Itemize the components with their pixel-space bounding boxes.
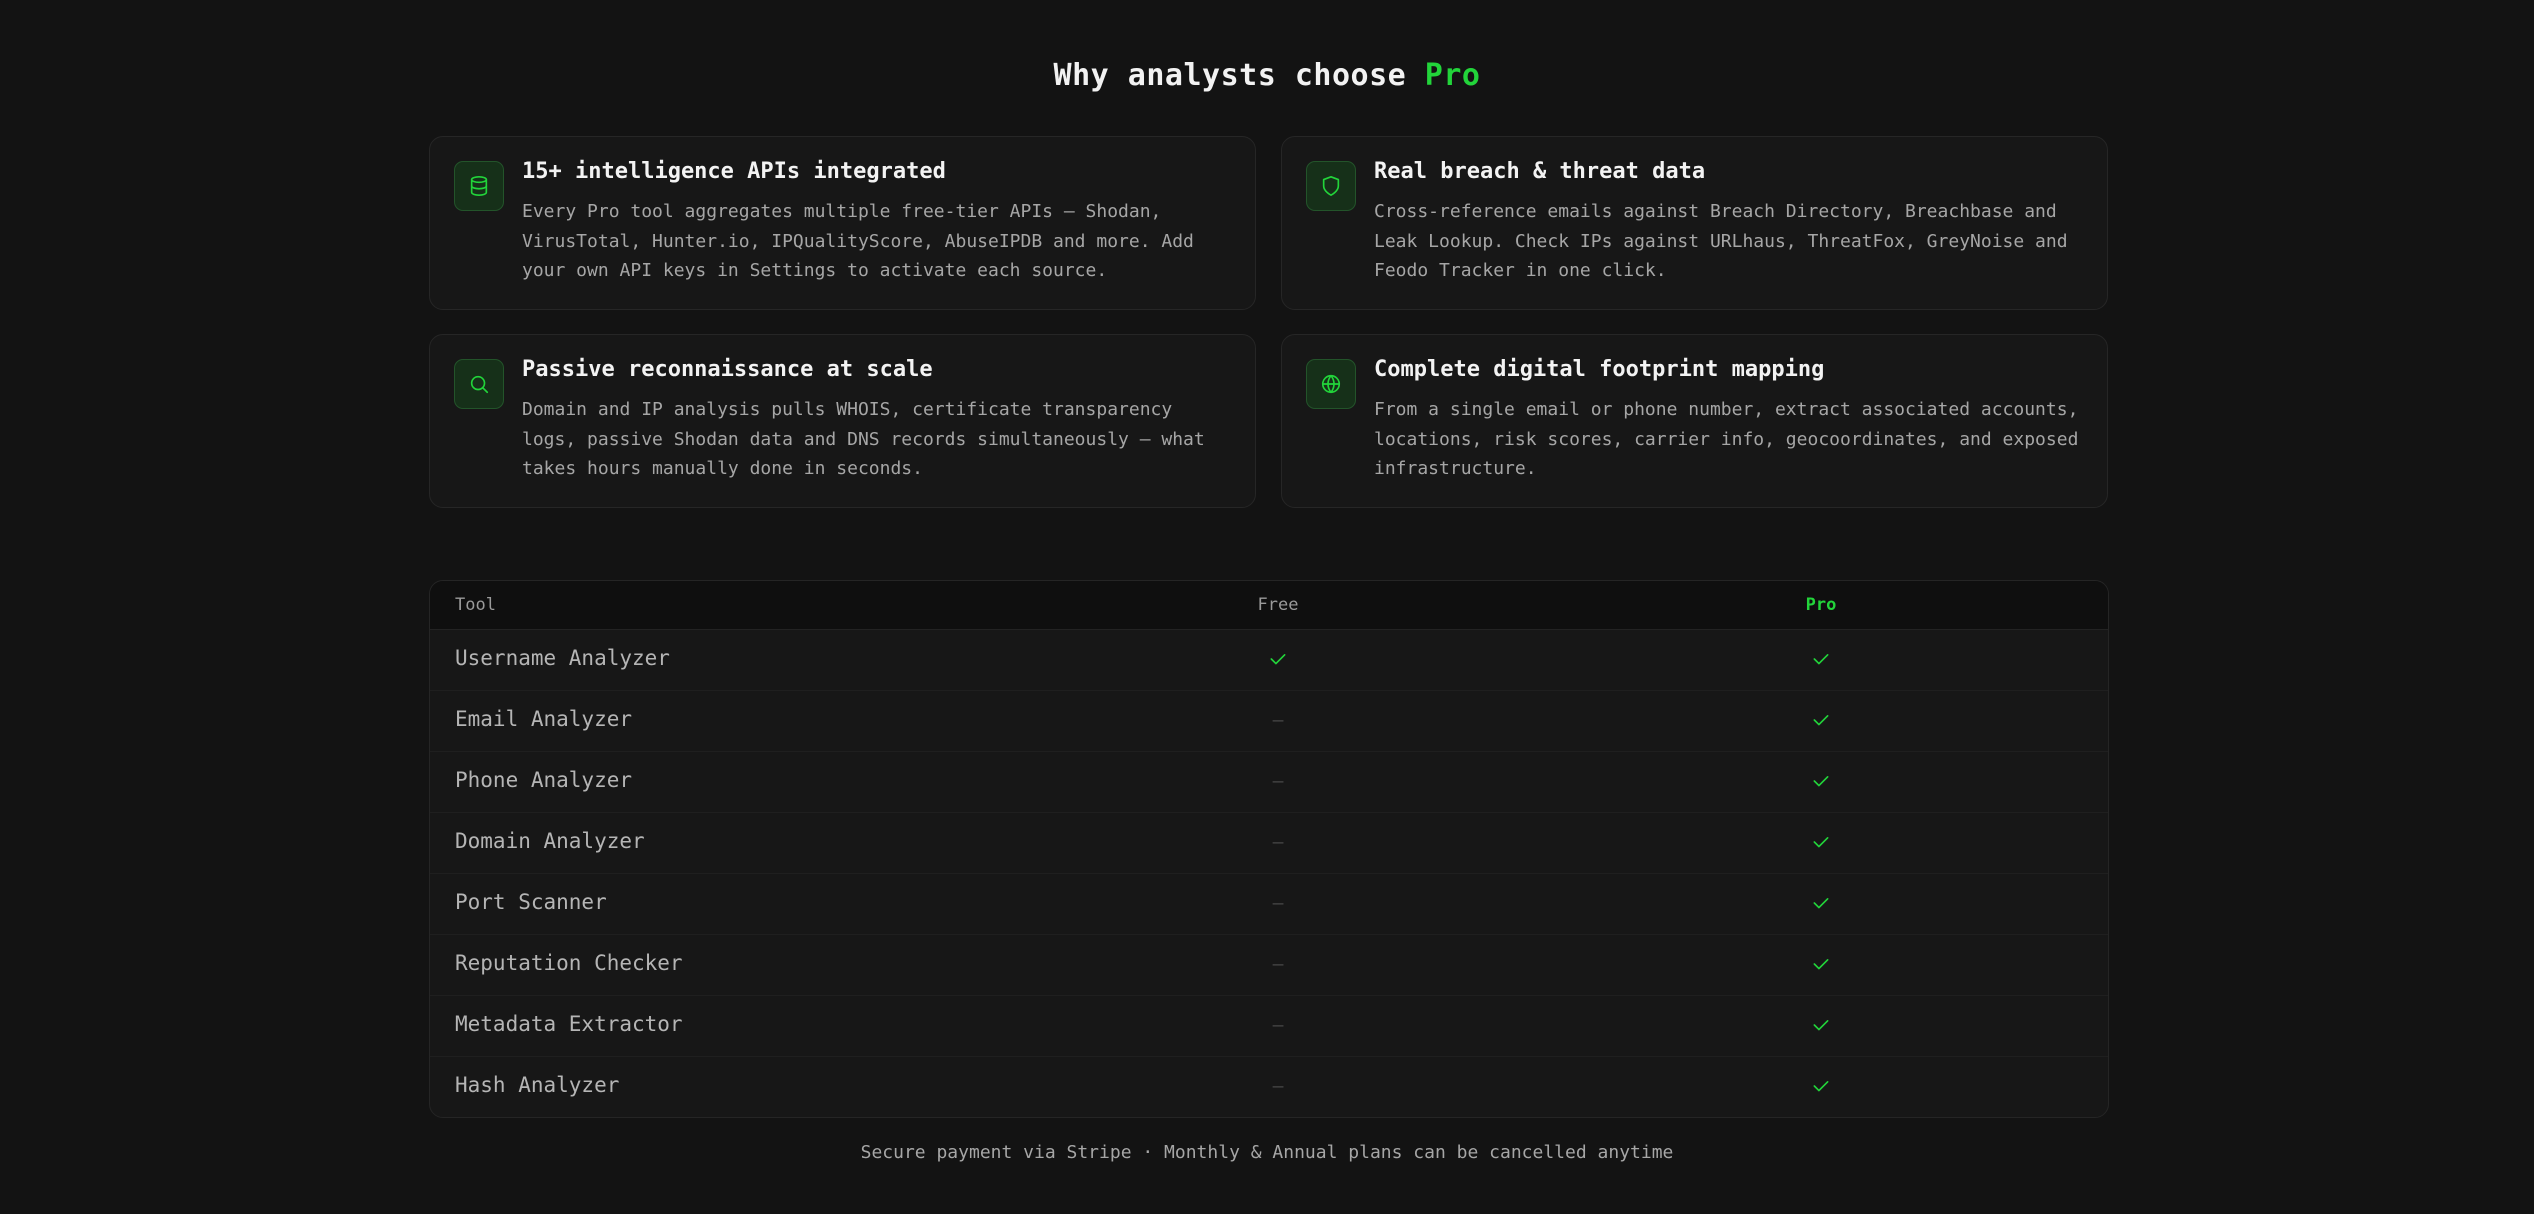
check-icon [1791, 644, 1851, 674]
check-icon [1791, 949, 1851, 979]
feature-title: Real breach & threat data [1374, 159, 1706, 184]
check-icon [1248, 644, 1308, 674]
free-unavailable-dash: — [1248, 1071, 1308, 1101]
column-header-pro: Pro [1805, 595, 1837, 615]
tool-name: Email Analyzer [455, 707, 633, 731]
database-icon [454, 161, 504, 211]
feature-description: Cross-reference emails against Breach Di… [1374, 201, 2068, 281]
tool-name: Phone Analyzer [455, 768, 633, 792]
feature-title: 15+ intelligence APIs integrated [522, 159, 946, 184]
free-unavailable-dash: — [1248, 827, 1308, 857]
table-row: Domain Analyzer — [430, 813, 2108, 874]
table-row: Metadata Extractor — [430, 996, 2108, 1057]
shield-icon [1306, 161, 1356, 211]
search-icon [454, 359, 504, 409]
feature-title: Complete digital footprint mapping [1374, 357, 1825, 382]
dash-mark: — [1272, 953, 1284, 975]
feature-description: Every Pro tool aggregates multiple free-… [522, 201, 1194, 281]
check-icon [1791, 888, 1851, 918]
column-header-tool: Tool [455, 595, 496, 615]
dash-mark: — [1272, 831, 1284, 853]
tool-name: Port Scanner [455, 890, 607, 914]
payment-note: Secure payment via Stripe · Monthly & An… [860, 1142, 1674, 1163]
free-unavailable-dash: — [1248, 1010, 1308, 1040]
check-icon [1791, 1010, 1851, 1040]
tool-name: Metadata Extractor [455, 1012, 683, 1036]
table-row: Username Analyzer [430, 630, 2108, 691]
dash-mark: — [1272, 1075, 1284, 1097]
dash-mark: — [1272, 770, 1284, 792]
title-accent: Pro [1424, 58, 1481, 93]
check-icon [1791, 1071, 1851, 1101]
free-unavailable-dash: — [1248, 888, 1308, 918]
table-row: Phone Analyzer — [430, 752, 2108, 813]
comparison-table: Tool Free Pro Username Analyzer Email Ana… [429, 580, 2109, 1118]
tool-name: Username Analyzer [455, 646, 670, 670]
feature-description: From a single email or phone number, ext… [1374, 399, 2079, 479]
column-header-free: Free [1257, 595, 1299, 615]
check-icon [1791, 827, 1851, 857]
feature-description: Domain and IP analysis pulls WHOIS, cert… [522, 399, 1205, 479]
table-header: Tool Free Pro [430, 581, 2108, 630]
feature-card-footprint: Complete digital footprint mapping From … [1281, 334, 2108, 508]
title-prefix: Why analysts choose [1053, 58, 1407, 93]
feature-card-apis: 15+ intelligence APIs integrated Every P… [429, 136, 1256, 310]
section-title: Why analysts choose Pro [0, 58, 2534, 93]
table-body: Username Analyzer Email Analyzer — Phone An… [430, 630, 2108, 1117]
free-unavailable-dash: — [1248, 766, 1308, 796]
tool-name: Hash Analyzer [455, 1073, 620, 1097]
table-row: Hash Analyzer — [430, 1057, 2108, 1117]
tool-name: Domain Analyzer [455, 829, 645, 853]
table-row: Email Analyzer — [430, 691, 2108, 752]
free-unavailable-dash: — [1248, 949, 1308, 979]
feature-card-recon: Passive reconnaissance at scale Domain a… [429, 334, 1256, 508]
dash-mark: — [1272, 892, 1284, 914]
check-icon [1791, 705, 1851, 735]
check-icon [1791, 766, 1851, 796]
free-unavailable-dash: — [1248, 705, 1308, 735]
table-row: Reputation Checker — [430, 935, 2108, 996]
globe-icon [1306, 359, 1356, 409]
feature-title: Passive reconnaissance at scale [522, 357, 933, 382]
dash-mark: — [1272, 709, 1284, 731]
dash-mark: — [1272, 1014, 1284, 1036]
tool-name: Reputation Checker [455, 951, 683, 975]
feature-card-breach: Real breach & threat data Cross-referenc… [1281, 136, 2108, 310]
table-row: Port Scanner — [430, 874, 2108, 935]
